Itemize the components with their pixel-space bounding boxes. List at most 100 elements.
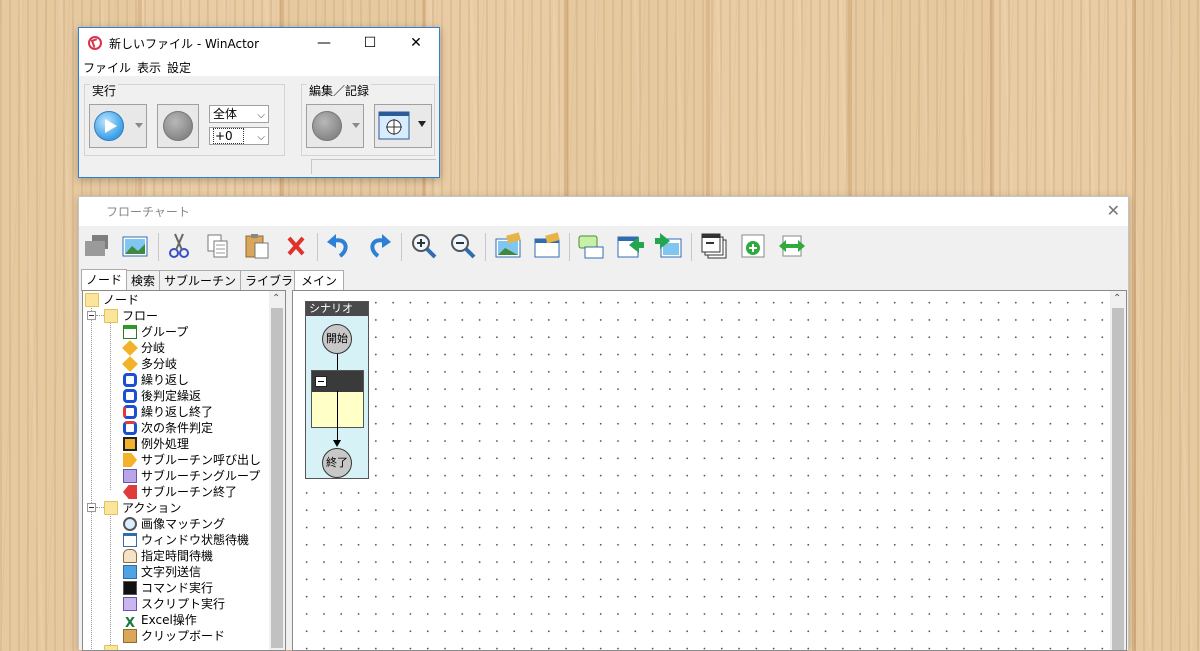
tree-item-command-exec[interactable]: コマンド実行 — [123, 580, 213, 596]
paste-icon[interactable] — [242, 231, 272, 261]
tree-item-label: グループ — [141, 325, 189, 339]
tree-item-subroutine-call[interactable]: サブルーチン呼び出し — [123, 452, 261, 468]
scope-select[interactable]: 全体 ⌵ — [209, 105, 269, 123]
tree-item-script-exec[interactable]: スクリプト実行 — [123, 596, 225, 612]
tree-item-subroutine-group[interactable]: サブルーチングループ — [123, 468, 260, 484]
tree-item-post-check-loop[interactable]: 後判定繰返 — [123, 388, 201, 404]
menu-file[interactable]: ファイル — [83, 59, 131, 76]
run-button[interactable] — [89, 104, 147, 148]
tree-item-subroutine-end[interactable]: サブルーチン終了 — [123, 484, 237, 500]
branch-icon — [122, 340, 138, 356]
tree-item-excel[interactable]: X Excel操作 — [123, 612, 197, 630]
expand-width-icon[interactable] — [777, 231, 807, 261]
image-icon[interactable] — [120, 231, 150, 261]
chevron-down-icon: ⌵ — [257, 132, 265, 143]
tree-item-loop-end[interactable]: 繰り返し終了 — [123, 404, 213, 420]
stop-button[interactable] — [157, 104, 199, 148]
target-select-button[interactable] — [374, 104, 432, 148]
chevron-down-icon[interactable] — [135, 123, 143, 128]
record-button[interactable] — [306, 104, 364, 148]
hourglass-icon — [123, 549, 137, 563]
tab-subroutine[interactable]: サブルーチン — [159, 270, 242, 290]
delete-icon[interactable] — [281, 231, 311, 261]
scenario-header: シナリオ — [306, 302, 368, 316]
loop-icon — [123, 373, 137, 387]
tree-item-label: 文字列送信 — [141, 565, 202, 579]
tab-node[interactable]: ノード — [81, 269, 128, 291]
menu-view[interactable]: 表示 — [137, 59, 161, 76]
tree-item-label: 例外処理 — [141, 437, 190, 451]
collapse-toggle[interactable] — [87, 311, 96, 320]
console-icon — [123, 581, 137, 595]
export-icon[interactable] — [654, 231, 684, 261]
tree-item-branch[interactable]: 分岐 — [122, 340, 165, 356]
tree-item-label: サブルーチン呼び出し — [141, 453, 262, 467]
tree-item-label: 繰り返し — [141, 373, 190, 387]
canvas-scroll-thumb[interactable] — [1112, 308, 1124, 650]
tree-root[interactable]: ノード — [85, 292, 139, 308]
script-icon — [123, 597, 137, 611]
chevron-up-icon[interactable]: ⌃ — [272, 293, 280, 304]
winactor-logo-icon — [88, 36, 102, 50]
tree-item-next-condition[interactable]: 次の条件判定 — [123, 420, 213, 436]
tree-item-label: サブルーチングループ — [141, 469, 261, 483]
zoom-out-icon[interactable] — [448, 231, 478, 261]
capture-camera-icon[interactable] — [82, 231, 112, 261]
minimize-group-icon[interactable] — [315, 376, 327, 387]
tree-scrollbar[interactable]: ⌃ — [269, 291, 285, 650]
canvas-scrollbar[interactable]: ⌃ — [1110, 291, 1126, 650]
copy-icon[interactable] — [203, 231, 233, 261]
minimize-button[interactable]: — — [301, 28, 347, 58]
comment-icon[interactable] — [576, 231, 606, 261]
post-check-loop-icon — [123, 389, 137, 403]
tree-item-clipboard[interactable]: クリップボード — [123, 628, 225, 644]
tree-item-timed-wait[interactable]: 指定時間待機 — [123, 548, 213, 564]
offset-select[interactable]: +0 ⌵ — [209, 127, 269, 145]
window-title: 新しいファイル - WinActor — [109, 36, 260, 51]
collapse-toggle[interactable] — [87, 503, 96, 512]
offset-select-value: +0 — [213, 128, 244, 144]
tree-item-label: 指定時間待機 — [141, 549, 214, 563]
tree-scroll-thumb[interactable] — [271, 308, 283, 648]
tab-main[interactable]: メイン — [294, 270, 345, 290]
chevron-down-icon[interactable] — [352, 123, 360, 128]
window-capture-icon[interactable] — [532, 231, 562, 261]
run-group-label: 実行 — [90, 82, 119, 99]
tree-item-label: 画像マッチング — [141, 517, 226, 531]
node-tree: ノード フロー グループ 分岐 多分岐 繰り返し 後判定繰返 繰り返し終了 次の… — [82, 290, 286, 651]
tree-item-multi-branch[interactable]: 多分岐 — [122, 356, 177, 372]
chevron-up-icon[interactable]: ⌃ — [1113, 293, 1121, 304]
flowchart-title: フローチャート — [106, 205, 190, 219]
flowchart-close-button[interactable]: ✕ — [1107, 201, 1120, 220]
tree-item-image-matching[interactable]: 画像マッチング — [123, 516, 225, 532]
image-capture-icon[interactable] — [493, 231, 523, 261]
tree-folder-action[interactable]: アクション — [104, 500, 181, 516]
flowchart-canvas[interactable]: シナリオ 開始 終了 ⌃ — [292, 290, 1127, 651]
redo-icon[interactable] — [364, 231, 394, 261]
end-node[interactable]: 終了 — [322, 448, 352, 478]
tab-search[interactable]: 検索 — [126, 270, 161, 290]
left-panel-tabs: ノード 検索 サブルーチン ライブラリ — [81, 269, 311, 291]
collapse-all-icon[interactable] — [699, 231, 729, 261]
tree-item-send-string[interactable]: 文字列送信 — [123, 564, 201, 580]
tree-item-loop[interactable]: 繰り返し — [123, 372, 189, 388]
chevron-down-icon[interactable] — [418, 121, 426, 127]
zoom-in-icon[interactable] — [409, 231, 439, 261]
menu-settings[interactable]: 設定 — [167, 59, 191, 76]
start-node[interactable]: 開始 — [322, 324, 352, 354]
scenario-block[interactable]: シナリオ 開始 終了 — [305, 301, 369, 479]
add-node-icon[interactable] — [738, 231, 768, 261]
folder-icon — [104, 501, 118, 515]
cut-icon[interactable] — [164, 231, 194, 261]
close-button[interactable]: ✕ — [393, 28, 439, 58]
tree-item-group[interactable]: グループ — [123, 324, 188, 340]
flowchart-toolbar — [79, 229, 1128, 265]
tree-item-exception[interactable]: 例外処理 — [123, 436, 189, 452]
tree-folder-flow[interactable]: フロー — [104, 308, 158, 324]
undo-icon[interactable] — [324, 231, 354, 261]
title-bar: 新しいファイル - WinActor — ☐ ✕ — [79, 28, 439, 58]
stop-icon — [163, 111, 193, 141]
tree-item-window-state-wait[interactable]: ウィンドウ状態待機 — [123, 532, 249, 548]
import-icon[interactable] — [615, 231, 645, 261]
maximize-button[interactable]: ☐ — [347, 28, 393, 58]
